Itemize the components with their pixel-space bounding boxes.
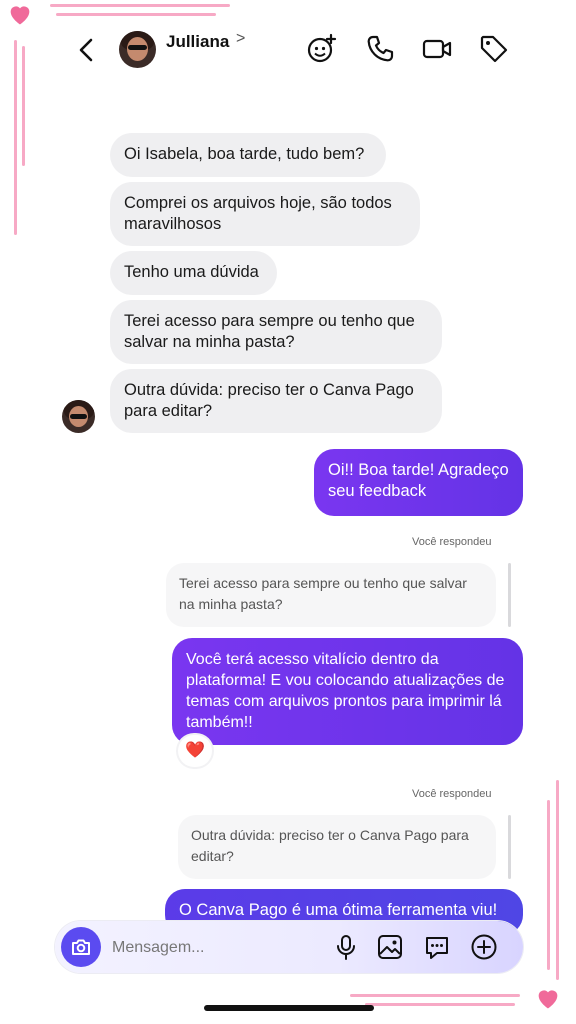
heart-decoration-icon bbox=[538, 990, 558, 1009]
quoted-message[interactable]: Terei acesso para sempre ou tenho que sa… bbox=[166, 563, 496, 627]
microphone-icon[interactable] bbox=[332, 933, 360, 961]
phone-icon[interactable] bbox=[364, 33, 396, 65]
reaction-heart-icon[interactable]: ❤️ bbox=[178, 735, 212, 767]
replied-label: Você respondeu bbox=[412, 788, 492, 800]
back-icon[interactable] bbox=[72, 34, 100, 66]
chat-header: Julliana > bbox=[0, 0, 576, 95]
add-effects-icon[interactable] bbox=[306, 33, 338, 65]
sender-avatar[interactable] bbox=[62, 400, 95, 433]
quote-bar bbox=[508, 815, 511, 879]
received-message[interactable]: Tenho uma dúvida bbox=[110, 251, 277, 295]
quoted-message[interactable]: Outra dúvida: preciso ter o Canva Pago p… bbox=[178, 815, 496, 879]
sent-message[interactable]: Oi!! Boa tarde! Agradeço seu feedback bbox=[314, 449, 523, 516]
received-message[interactable]: Outra dúvida: preciso ter o Canva Pago p… bbox=[110, 369, 442, 433]
plus-icon[interactable] bbox=[470, 933, 498, 961]
message-input[interactable] bbox=[110, 935, 314, 961]
contact-avatar[interactable] bbox=[119, 31, 156, 68]
camera-button[interactable] bbox=[61, 927, 101, 967]
video-call-icon[interactable] bbox=[421, 33, 453, 65]
received-message[interactable]: Oi Isabela, boa tarde, tudo bem? bbox=[110, 133, 386, 177]
camera-icon bbox=[72, 939, 90, 955]
quote-bar bbox=[508, 563, 511, 627]
received-message[interactable]: Terei acesso para sempre ou tenho que sa… bbox=[110, 300, 442, 364]
tag-icon[interactable] bbox=[478, 33, 510, 65]
chevron-right-icon[interactable]: > bbox=[236, 30, 245, 48]
sticker-icon[interactable] bbox=[423, 933, 451, 961]
sent-message[interactable]: Você terá acesso vitalício dentro da pla… bbox=[172, 638, 523, 745]
home-indicator[interactable] bbox=[204, 1005, 374, 1011]
message-composer bbox=[55, 921, 523, 973]
received-message[interactable]: Comprei os arquivos hoje, são todos mara… bbox=[110, 182, 420, 246]
contact-name[interactable]: Julliana bbox=[166, 32, 229, 52]
gallery-icon[interactable] bbox=[376, 933, 404, 961]
replied-label: Você respondeu bbox=[412, 536, 492, 548]
